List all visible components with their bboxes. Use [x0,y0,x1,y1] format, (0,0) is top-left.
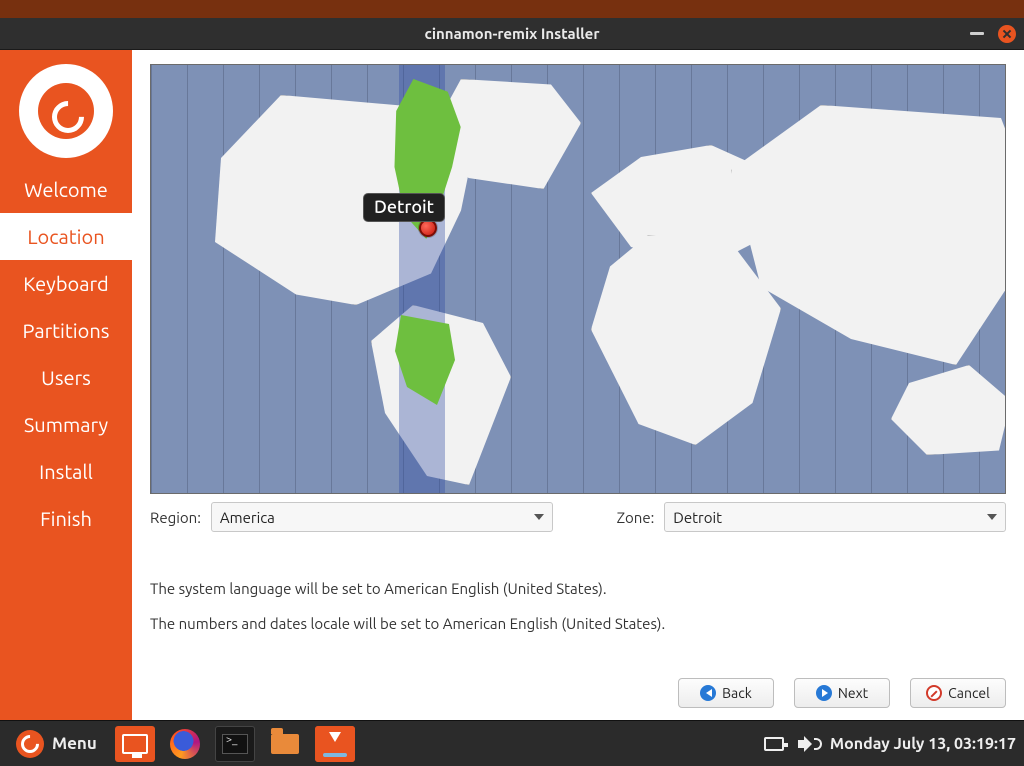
sidebar-item-partitions[interactable]: Partitions [0,307,132,354]
region-zone-row: Region: America Zone: Detroit [150,502,1006,532]
region-label: Region: [150,509,201,526]
desktop-taskbar: Menu Monday July 13, 03:19:17 [0,720,1024,766]
next-button-label: Next [838,685,868,701]
installer-task[interactable] [315,726,355,762]
window-body: Welcome Location Keyboard Partitions Use… [0,50,1024,720]
window-titlebar: cinnamon-remix Installer [0,18,1024,50]
show-desktop-button[interactable] [115,726,155,762]
menu-label: Menu [52,734,97,753]
back-button-label: Back [722,685,752,701]
nav-button-row: Back Next Cancel [150,672,1006,708]
terminal-icon [222,734,248,754]
window-title: cinnamon-remix Installer [425,25,600,42]
files-launcher[interactable] [265,726,305,762]
clock[interactable]: Monday July 13, 03:19:17 [830,735,1016,753]
timezone-map[interactable]: Detroit [150,64,1006,494]
cancel-icon [926,685,942,701]
chevron-down-icon [987,514,997,520]
location-marker-label: Detroit [363,193,445,222]
minimize-icon[interactable] [970,32,984,35]
zone-combobox[interactable]: Detroit [664,502,1006,532]
volume-icon[interactable] [798,736,816,752]
terminal-launcher[interactable] [215,726,255,762]
system-language-text: The system language will be set to Ameri… [150,580,1006,597]
region-value: America [220,509,275,526]
close-icon[interactable] [998,25,1016,43]
distro-logo-icon [19,64,113,158]
sidebar-item-users[interactable]: Users [0,354,132,401]
sidebar-item-install[interactable]: Install [0,448,132,495]
menu-button[interactable]: Menu [8,726,105,762]
sidebar-item-summary[interactable]: Summary [0,401,132,448]
sidebar-item-welcome[interactable]: Welcome [0,166,132,213]
chevron-down-icon [534,514,544,520]
cancel-button[interactable]: Cancel [910,678,1006,708]
arrow-right-icon [816,685,832,701]
menu-logo-icon [16,730,44,758]
arrow-left-icon [700,685,716,701]
network-icon[interactable] [764,737,784,751]
firefox-icon [170,729,200,759]
zone-value: Detroit [673,509,722,526]
system-tray: Monday July 13, 03:19:17 [764,735,1016,753]
sidebar-item-finish[interactable]: Finish [0,495,132,542]
folder-icon [271,734,299,754]
sidebar-item-location[interactable]: Location [0,213,132,260]
next-button[interactable]: Next [794,678,890,708]
cancel-button-label: Cancel [948,685,990,701]
back-button[interactable]: Back [678,678,774,708]
sidebar-item-keyboard[interactable]: Keyboard [0,260,132,307]
zone-label: Zone: [617,509,655,526]
content-pane: Detroit Region: America Zone: Detroit Th… [132,50,1024,720]
installer-sidebar: Welcome Location Keyboard Partitions Use… [0,50,132,720]
region-combobox[interactable]: America [211,502,553,532]
monitor-icon [122,734,148,754]
locale-text: The numbers and dates locale will be set… [150,615,1006,632]
locale-info: The system language will be set to Ameri… [150,580,1006,650]
firefox-launcher[interactable] [165,726,205,762]
desktop-top-panel [0,0,1024,18]
